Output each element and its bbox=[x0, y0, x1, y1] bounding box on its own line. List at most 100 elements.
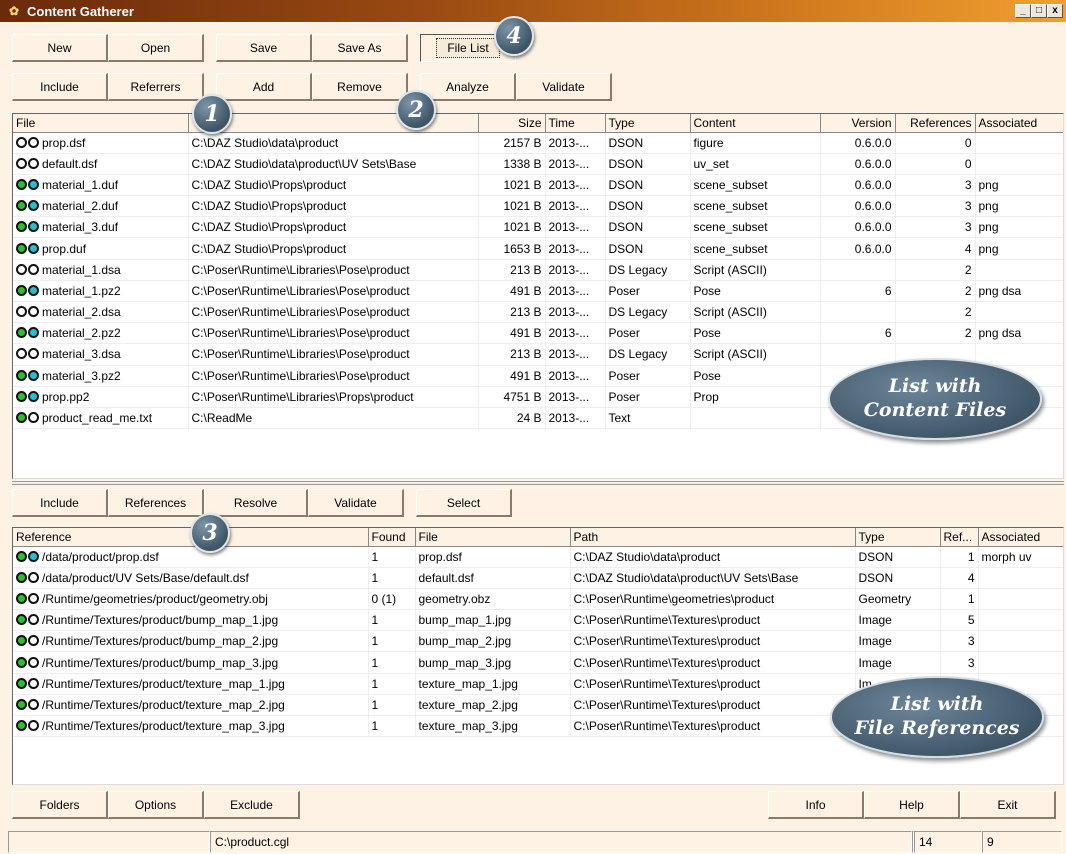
pane-splitter[interactable] bbox=[12, 481, 1064, 485]
file-name: material_2.pz2 bbox=[42, 326, 121, 341]
file-content: scene_subset bbox=[690, 237, 821, 260]
col-found[interactable]: Found bbox=[368, 528, 416, 547]
folders-button[interactable]: Folders bbox=[12, 791, 108, 819]
status-dot-icon bbox=[16, 635, 27, 647]
reference-path: /Runtime/Textures/product/texture_map_3.… bbox=[42, 719, 285, 734]
file-associated: png dsa bbox=[975, 280, 1063, 303]
reference-row[interactable]: /Runtime/Textures/product/bump_map_3.jpg… bbox=[13, 651, 1063, 674]
app-icon: ✿ bbox=[8, 4, 20, 18]
file-row[interactable]: material_1.dsa C:\Poser\Runtime\Libraries… bbox=[13, 259, 1063, 281]
file-row[interactable]: material_1.pz2 C:\Poser\Runtime\Libraries… bbox=[13, 280, 1063, 303]
analyze-button[interactable]: Analyze bbox=[420, 73, 516, 101]
refs-header-row: Reference Found File Path Type Ref... As… bbox=[13, 528, 1063, 547]
file-row[interactable]: material_1.duf C:\DAZ Studio\Props\produc… bbox=[13, 174, 1063, 197]
file-version: 0.6.0.0 bbox=[820, 237, 896, 260]
file-associated: png bbox=[975, 216, 1063, 239]
save-button[interactable]: Save bbox=[216, 34, 312, 62]
file-size: 491 B bbox=[478, 322, 546, 345]
resolve-button[interactable]: Resolve bbox=[204, 489, 308, 517]
file-row[interactable]: material_2.pz2 C:\Poser\Runtime\Libraries… bbox=[13, 322, 1063, 345]
minimize-button[interactable]: _ bbox=[1015, 4, 1031, 18]
referrers-button[interactable]: Referrers bbox=[108, 73, 204, 101]
file-row[interactable]: material_2.duf C:\DAZ Studio\Props\produc… bbox=[13, 195, 1063, 218]
col-type[interactable]: Type bbox=[605, 114, 691, 133]
file-time: 2013-... bbox=[545, 386, 606, 408]
exclude-button[interactable]: Exclude bbox=[204, 791, 300, 819]
file-version: 6 bbox=[820, 322, 896, 345]
validate-button[interactable]: Validate bbox=[516, 73, 612, 101]
file-row[interactable]: prop.duf C:\DAZ Studio\Props\product 1653 … bbox=[13, 237, 1063, 260]
file-associated bbox=[975, 343, 1063, 366]
file-name: default.dsf bbox=[42, 156, 98, 171]
help-button[interactable]: Help bbox=[864, 791, 960, 819]
file-version: 0.6.0.0 bbox=[820, 132, 896, 154]
file-content: scene_subset bbox=[690, 195, 821, 218]
col-ref-path[interactable]: Path bbox=[570, 528, 856, 547]
file-path: C:\Poser\Runtime\Libraries\Pose\product bbox=[188, 322, 479, 345]
file-time: 2013-... bbox=[545, 237, 606, 260]
col-associated[interactable]: Associated bbox=[975, 114, 1063, 133]
select-button[interactable]: Select bbox=[416, 489, 512, 517]
remove-button[interactable]: Remove bbox=[312, 73, 408, 101]
new-button[interactable]: New bbox=[12, 34, 108, 62]
reference-row[interactable]: /data/product/UV Sets/Base/default.dsf 1 d… bbox=[13, 567, 1063, 589]
window-controls: _ □ x bbox=[1015, 4, 1063, 18]
file-time: 2013-... bbox=[545, 365, 606, 387]
close-button[interactable]: x bbox=[1047, 4, 1063, 18]
reference-cell: /Runtime/Textures/product/bump_map_3.jpg bbox=[13, 651, 369, 674]
file-size: 213 B bbox=[478, 259, 546, 281]
references-button[interactable]: References bbox=[108, 489, 204, 517]
status-dot-icon bbox=[28, 327, 39, 339]
reference-found: 0 (1) bbox=[368, 588, 416, 611]
file-row[interactable]: default.dsf C:\DAZ Studio\data\product\UV… bbox=[13, 153, 1063, 175]
reference-row[interactable]: /Runtime/Textures/product/bump_map_1.jpg… bbox=[13, 609, 1063, 632]
reference-row[interactable]: /Runtime/geometries/product/geometry.obj… bbox=[13, 588, 1063, 611]
col-ref-file[interactable]: File bbox=[415, 528, 571, 547]
info-button[interactable]: Info bbox=[768, 791, 864, 819]
file-content: scene_subset bbox=[690, 216, 821, 239]
file-name: prop.duf bbox=[42, 241, 87, 256]
status-dot-icon bbox=[28, 635, 39, 647]
status-dot-icon bbox=[28, 306, 39, 318]
options-button[interactable]: Options bbox=[108, 791, 204, 819]
maximize-button[interactable]: □ bbox=[1031, 4, 1047, 18]
file-row[interactable]: prop.dsf C:\DAZ Studio\data\product 2157 B… bbox=[13, 132, 1063, 154]
reference-row[interactable]: /Runtime/Textures/product/bump_map_2.jpg… bbox=[13, 630, 1063, 653]
file-size: 4751 B bbox=[478, 386, 546, 408]
file-size: 213 B bbox=[478, 343, 546, 366]
open-button[interactable]: Open bbox=[108, 34, 204, 62]
col-content[interactable]: Content bbox=[690, 114, 821, 133]
file-name-cell: material_2.duf bbox=[13, 195, 189, 218]
file-row[interactable]: material_3.duf C:\DAZ Studio\Props\produc… bbox=[13, 216, 1063, 239]
add-button[interactable]: Add bbox=[216, 73, 312, 101]
exit-button[interactable]: Exit bbox=[960, 791, 1056, 819]
col-time[interactable]: Time bbox=[545, 114, 606, 133]
file-content: Pose bbox=[690, 322, 821, 345]
reference-associated bbox=[978, 651, 1063, 674]
file-row[interactable]: material_2.dsa C:\Poser\Runtime\Libraries… bbox=[13, 301, 1063, 324]
status-dot-icon bbox=[16, 698, 27, 710]
callout-refs-line1: List with bbox=[890, 693, 984, 716]
reference-type: Image bbox=[855, 630, 941, 653]
col-version[interactable]: Version bbox=[820, 114, 896, 133]
col-ref-associated[interactable]: Associated bbox=[978, 528, 1063, 547]
file-name: prop.pp2 bbox=[42, 389, 90, 404]
include-refs-button[interactable]: Include bbox=[12, 489, 108, 517]
reference-location: C:\DAZ Studio\data\product bbox=[570, 546, 856, 568]
col-ref-count[interactable]: Ref... bbox=[940, 528, 979, 547]
status-dot-icon bbox=[16, 677, 27, 689]
callout-badge-1: 1 bbox=[192, 94, 232, 134]
col-size[interactable]: Size bbox=[478, 114, 546, 133]
col-ref-type[interactable]: Type bbox=[855, 528, 941, 547]
col-file[interactable]: File bbox=[13, 114, 189, 133]
file-name-cell: material_1.duf bbox=[13, 174, 189, 197]
include-button[interactable]: Include bbox=[12, 73, 108, 101]
file-type: Poser bbox=[605, 280, 691, 303]
reference-row[interactable]: /data/product/prop.dsf 1 prop.dsf C:\DAZ St… bbox=[13, 546, 1063, 568]
file-content: Pose bbox=[690, 280, 821, 303]
validate-refs-button[interactable]: Validate bbox=[308, 489, 404, 517]
col-references[interactable]: References bbox=[895, 114, 976, 133]
file-associated: png bbox=[975, 237, 1063, 260]
save-as-button[interactable]: Save As bbox=[312, 34, 408, 62]
file-size: 1653 B bbox=[478, 237, 546, 260]
